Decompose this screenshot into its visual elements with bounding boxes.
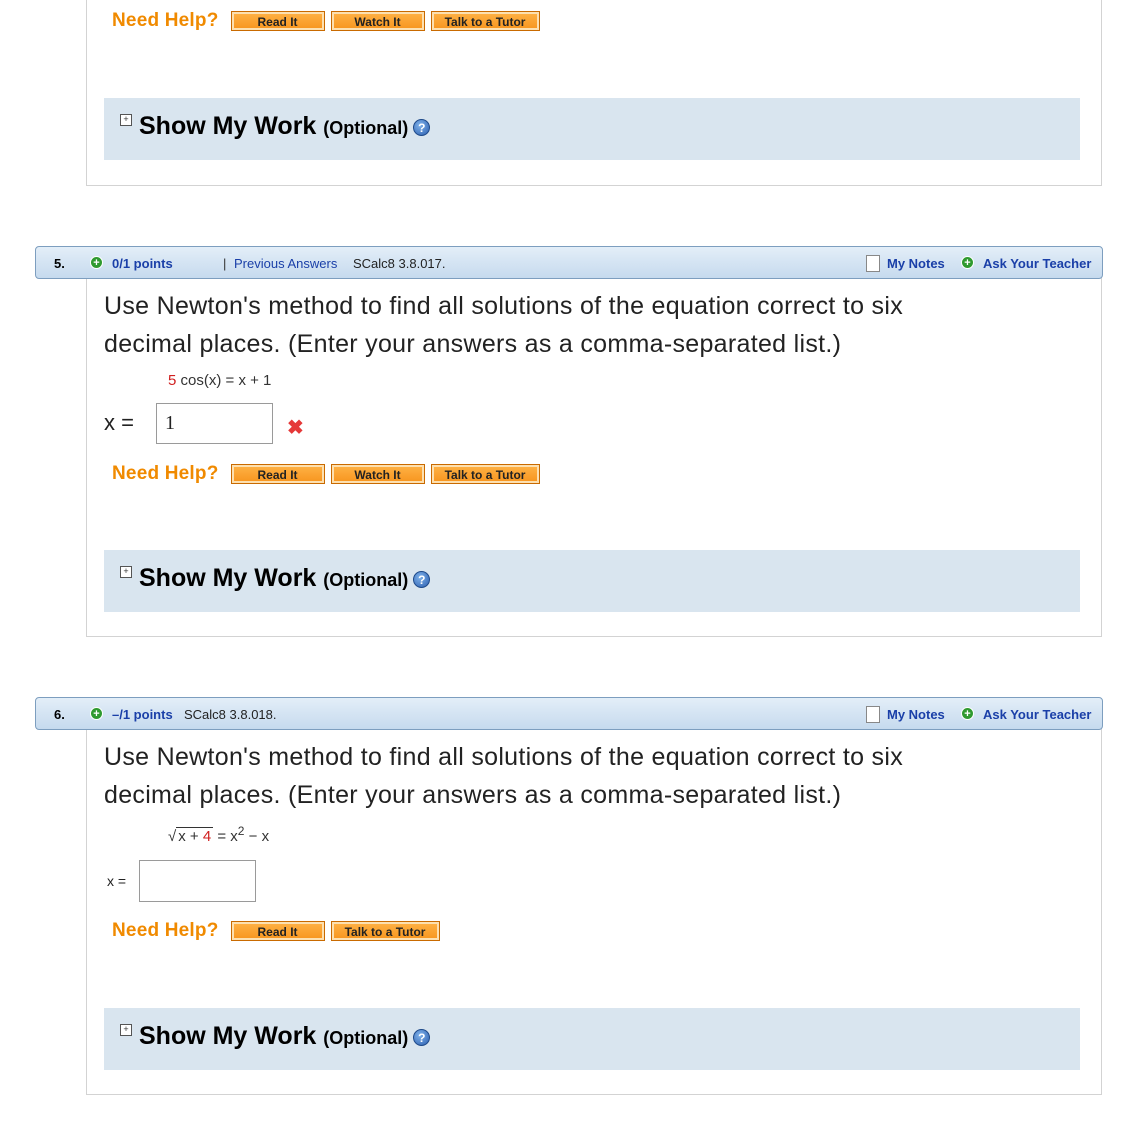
need-help-label: Need Help? — [112, 10, 219, 31]
question-5-text: Use Newton's method to find all solution… — [104, 287, 1064, 363]
question-text-line: Use Newton's method to find all solution… — [104, 292, 904, 320]
q6-help-row: Need Help? Read It Talk to a Tutor — [112, 919, 446, 943]
points-link[interactable]: 0/1 points — [112, 256, 173, 271]
radical-sign: √ — [168, 828, 177, 845]
question-text-line: decimal places. (Enter your answers as a… — [104, 781, 842, 809]
optional-label: (Optional) — [323, 570, 409, 590]
watch-it-button[interactable]: Watch It — [330, 464, 425, 484]
plus-icon[interactable]: + — [90, 256, 103, 269]
equation-rhs-prefix: = x — [213, 828, 238, 845]
help-icon[interactable]: ? — [413, 118, 431, 136]
q4-help-row: Need Help? Read It Watch It Talk to a Tu… — [112, 9, 546, 33]
show-my-work-title: Show My Work (Optional)? — [139, 564, 431, 593]
question-number: 6. — [54, 707, 65, 722]
need-help-label: Need Help? — [112, 463, 219, 484]
radicand-x: x + — [178, 828, 203, 845]
read-it-button[interactable]: Read It — [230, 464, 325, 484]
show-my-work-title: Show My Work (Optional)? — [139, 1022, 431, 1051]
answer-input[interactable]: 1 — [156, 403, 273, 444]
equation-rest: cos(x) = x + 1 — [176, 372, 272, 389]
my-notes-link[interactable]: My Notes — [887, 256, 945, 271]
question-code: SCalc8 3.8.018. — [184, 707, 277, 722]
help-icon[interactable]: ? — [413, 570, 431, 588]
read-it-button[interactable]: Read It — [230, 11, 325, 31]
previous-answers-link[interactable]: Previous Answers — [234, 256, 337, 271]
notes-icon[interactable] — [866, 706, 880, 723]
show-my-work-title: Show My Work (Optional)? — [139, 112, 431, 141]
q5-help-row: Need Help? Read It Watch It Talk to a Tu… — [112, 462, 546, 486]
show-my-work-label: Show My Work — [139, 564, 317, 592]
talk-to-tutor-button[interactable]: Talk to a Tutor — [330, 921, 440, 941]
talk-to-tutor-button[interactable]: Talk to a Tutor — [430, 464, 540, 484]
q6-show-my-work-panel[interactable]: + Show My Work (Optional)? — [104, 1008, 1080, 1070]
notes-icon[interactable] — [866, 255, 880, 272]
plus-icon[interactable]: + — [961, 256, 974, 269]
q4-show-my-work-panel[interactable]: + Show My Work (Optional)? — [104, 98, 1080, 160]
question-number: 5. — [54, 256, 65, 271]
question-5-header: 5. + 0/1 points | Previous Answers SCalc… — [35, 246, 1103, 279]
optional-label: (Optional) — [323, 1028, 409, 1048]
question-text-line: decimal places. (Enter your answers as a… — [104, 330, 842, 358]
need-help-label: Need Help? — [112, 920, 219, 941]
plus-icon[interactable]: + — [90, 707, 103, 720]
read-it-button[interactable]: Read It — [230, 921, 325, 941]
answer-label: x = — [104, 410, 134, 435]
equation-rhs-suffix: − x — [244, 828, 270, 845]
radicand: x + 4 — [176, 827, 214, 845]
question-6-header: 6. + –/1 points SCalc8 3.8.018. My Notes… — [35, 697, 1103, 730]
expand-icon[interactable]: + — [120, 566, 132, 578]
ask-your-teacher-link[interactable]: Ask Your Teacher — [983, 707, 1091, 722]
question-6-text: Use Newton's method to find all solution… — [104, 738, 1064, 814]
question-5-equation: 5 cos(x) = x + 1 — [168, 372, 271, 389]
my-notes-link[interactable]: My Notes — [887, 707, 945, 722]
show-my-work-label: Show My Work — [139, 1022, 317, 1050]
separator: | — [223, 256, 227, 271]
expand-icon[interactable]: + — [120, 1024, 132, 1036]
incorrect-icon: ✖ — [287, 417, 304, 439]
optional-label: (Optional) — [323, 118, 409, 138]
radicand-number: 4 — [202, 828, 212, 845]
watch-it-button[interactable]: Watch It — [330, 11, 425, 31]
plus-icon[interactable]: + — [961, 707, 974, 720]
question-code: SCalc8 3.8.017. — [353, 256, 446, 271]
show-my-work-label: Show My Work — [139, 112, 317, 140]
points-link[interactable]: –/1 points — [112, 707, 173, 722]
q5-show-my-work-panel[interactable]: + Show My Work (Optional)? — [104, 550, 1080, 612]
help-icon[interactable]: ? — [413, 1028, 431, 1046]
question-6-equation: √ x + 4 = x2 − x — [168, 824, 269, 845]
question-text-line: Use Newton's method to find all solution… — [104, 743, 904, 771]
talk-to-tutor-button[interactable]: Talk to a Tutor — [430, 11, 540, 31]
ask-your-teacher-link[interactable]: Ask Your Teacher — [983, 256, 1091, 271]
answer-input[interactable] — [139, 860, 256, 902]
answer-label: x = — [107, 873, 127, 889]
expand-icon[interactable]: + — [120, 114, 132, 126]
